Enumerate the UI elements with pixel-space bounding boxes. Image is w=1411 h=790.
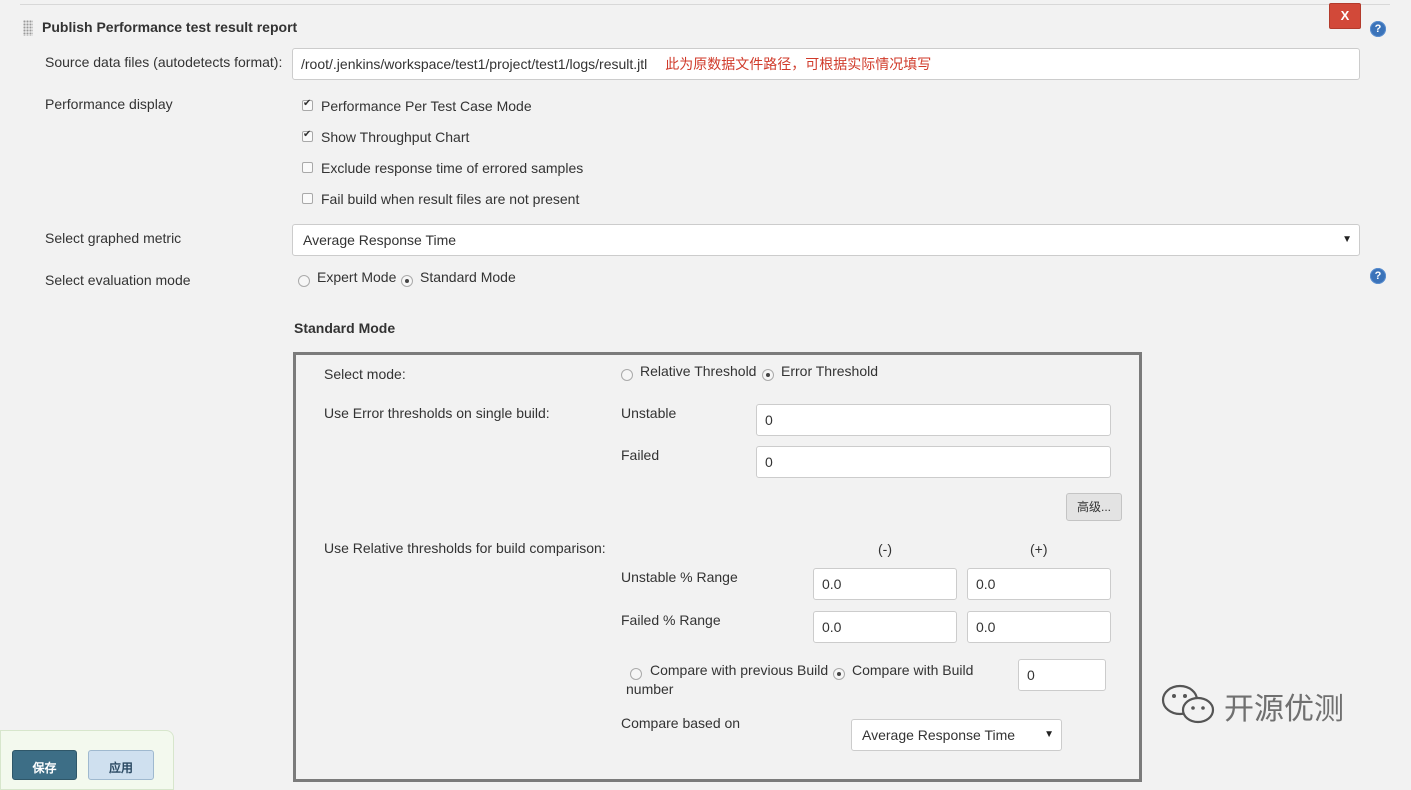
plus-column-header: (+) bbox=[1030, 541, 1048, 557]
compare-build-number-input[interactable]: 0 bbox=[1018, 659, 1106, 691]
top-divider bbox=[20, 4, 1390, 5]
minus-column-header: (-) bbox=[878, 541, 892, 557]
unstable-range-plus-input[interactable]: 0.0 bbox=[967, 568, 1111, 600]
delete-section-button[interactable]: X bbox=[1329, 3, 1361, 29]
performance-display-label: Performance display bbox=[45, 96, 173, 112]
checkbox-fail-build-box[interactable] bbox=[302, 193, 313, 204]
unstable-range-label: Unstable % Range bbox=[621, 569, 738, 585]
checkbox-throughput-label: Show Throughput Chart bbox=[321, 129, 470, 145]
compare-based-label: Compare based on bbox=[621, 715, 741, 731]
dropdown-arrow-icon: ▼ bbox=[1342, 234, 1352, 245]
radio-relative-threshold-dot[interactable] bbox=[621, 369, 633, 381]
checkbox-throughput[interactable] bbox=[302, 129, 313, 145]
checkbox-per-test-case-label: Performance Per Test Case Mode bbox=[321, 98, 532, 114]
source-files-label: Source data files (autodetects format): bbox=[45, 54, 283, 70]
checkbox-per-test-case[interactable] bbox=[302, 98, 313, 114]
graphed-metric-select[interactable]: Average Response Time ▼ bbox=[292, 224, 1360, 256]
radio-compare-build-dot[interactable] bbox=[833, 668, 845, 680]
radio-compare-previous-label: Compare with previous Build bbox=[650, 662, 829, 678]
radio-expert-mode[interactable] bbox=[298, 274, 310, 290]
radio-error-threshold-label: Error Threshold bbox=[781, 363, 879, 379]
apply-button[interactable]: 应用 bbox=[88, 750, 154, 780]
checkbox-exclude-errored-box[interactable] bbox=[302, 162, 313, 173]
watermark-text: 开源优测 bbox=[1224, 693, 1344, 726]
radio-error-threshold[interactable] bbox=[762, 368, 774, 384]
checkbox-exclude-errored-label: Exclude response time of errored samples bbox=[321, 160, 584, 176]
graphed-metric-value: Average Response Time bbox=[303, 232, 457, 248]
failed-range-plus-input[interactable]: 0.0 bbox=[967, 611, 1111, 643]
standard-mode-heading: Standard Mode bbox=[294, 320, 396, 336]
radio-relative-threshold[interactable] bbox=[621, 368, 633, 384]
error-thresholds-label: Use Error thresholds on single build: bbox=[324, 405, 550, 421]
checkbox-per-test-case-box[interactable] bbox=[302, 98, 313, 111]
advanced-button[interactable]: 高级... bbox=[1066, 493, 1122, 521]
radio-standard-mode[interactable] bbox=[401, 274, 413, 290]
source-files-value: /root/.jenkins/workspace/test1/project/t… bbox=[301, 56, 648, 72]
evaluation-mode-label: Select evaluation mode bbox=[45, 272, 191, 288]
save-button[interactable]: 保存 bbox=[12, 750, 77, 780]
graphed-metric-label: Select graphed metric bbox=[45, 230, 182, 246]
failed-range-label: Failed % Range bbox=[621, 612, 721, 628]
source-files-input[interactable]: /root/.jenkins/workspace/test1/project/t… bbox=[292, 48, 1360, 80]
unstable-label: Unstable bbox=[621, 405, 677, 421]
checkbox-exclude-errored[interactable] bbox=[302, 160, 313, 176]
failed-threshold-input[interactable]: 0 bbox=[756, 446, 1111, 478]
checkbox-throughput-box[interactable] bbox=[302, 129, 313, 142]
help-icon-evaluation[interactable]: ? bbox=[1370, 268, 1386, 284]
radio-compare-previous-label-cont: number bbox=[626, 681, 674, 697]
failed-range-minus-input[interactable]: 0.0 bbox=[813, 611, 957, 643]
radio-standard-mode-label: Standard Mode bbox=[420, 269, 516, 285]
checkbox-fail-build-label: Fail build when result files are not pre… bbox=[321, 191, 580, 207]
select-mode-label: Select mode: bbox=[324, 366, 406, 382]
radio-compare-previous-dot[interactable] bbox=[630, 668, 642, 680]
drag-handle-icon[interactable] bbox=[23, 20, 33, 36]
relative-thresholds-label: Use Relative thresholds for build compar… bbox=[324, 540, 606, 556]
radio-standard-mode-dot[interactable] bbox=[401, 275, 413, 287]
unstable-threshold-input[interactable]: 0 bbox=[756, 404, 1111, 436]
dropdown-arrow-icon: ▼ bbox=[1044, 729, 1054, 740]
radio-expert-mode-dot[interactable] bbox=[298, 275, 310, 287]
radio-relative-threshold-label: Relative Threshold bbox=[640, 363, 757, 379]
compare-based-value: Average Response Time bbox=[862, 727, 1016, 743]
radio-expert-mode-label: Expert Mode bbox=[317, 269, 397, 285]
failed-label: Failed bbox=[621, 447, 660, 463]
help-icon[interactable]: ? bbox=[1370, 21, 1386, 37]
unstable-range-minus-input[interactable]: 0.0 bbox=[813, 568, 957, 600]
source-files-note: 此为原数据文件路径，可根据实际情况填写 bbox=[665, 56, 932, 72]
wechat-logo-icon bbox=[1161, 684, 1215, 724]
compare-based-select[interactable]: Average Response Time ▼ bbox=[851, 719, 1062, 751]
radio-compare-build[interactable] bbox=[833, 667, 845, 683]
radio-error-threshold-dot[interactable] bbox=[762, 369, 774, 381]
checkbox-fail-build[interactable] bbox=[302, 191, 313, 207]
radio-compare-build-label: Compare with Build bbox=[852, 662, 974, 678]
section-title: Publish Performance test result report bbox=[42, 19, 298, 35]
